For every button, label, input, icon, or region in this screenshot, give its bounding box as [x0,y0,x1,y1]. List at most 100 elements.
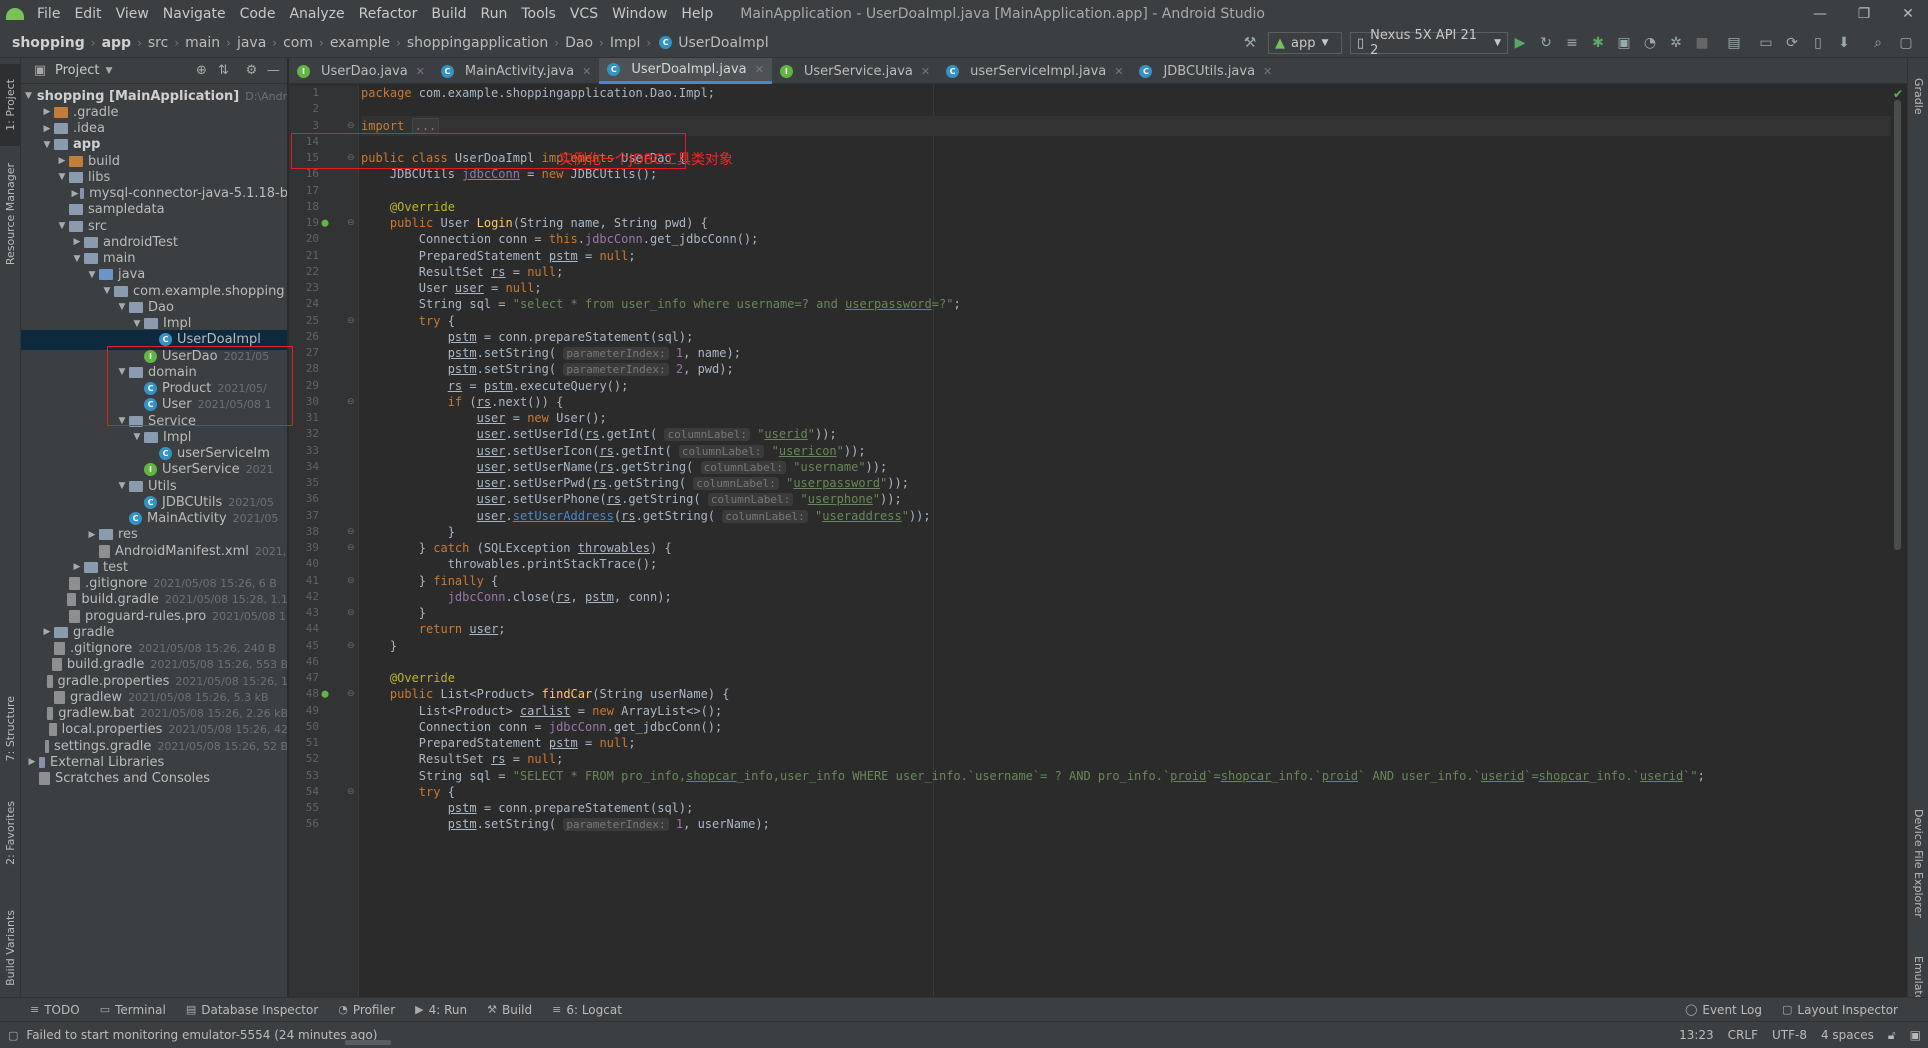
close-icon[interactable]: ✕ [1114,65,1123,78]
indent-setting[interactable]: 4 spaces [1814,1028,1881,1042]
tab-userserviceimpl-java[interactable]: CuserServiceImpl.java ✕ [938,58,1131,84]
chevron-right-icon[interactable]: ▶ [55,156,69,166]
tool-4-run[interactable]: ▶ 4: Run [405,1003,477,1017]
menu-window[interactable]: Window [605,6,674,22]
tab-userservice-java[interactable]: I UserService.java ✕ [772,58,938,84]
tab-jdbcutils-java[interactable]: C JDBCUtils.java ✕ [1131,58,1280,84]
chevron-down-icon[interactable]: ▼ [40,140,54,150]
menu-tools[interactable]: Tools [514,6,563,22]
collapse-all-icon[interactable]: ⇅ [212,63,234,78]
gear-icon[interactable]: ⚙ [240,63,262,78]
fold-marker-icon[interactable]: ⊖ [347,603,357,623]
close-icon[interactable]: ✕ [1263,65,1272,78]
breadcrumb-item[interactable]: main [183,35,222,51]
menu-run[interactable]: Run [474,6,515,22]
close-icon[interactable]: ✕ [582,65,591,78]
breadcrumb-item[interactable]: src [146,35,170,51]
chevron-down-icon[interactable]: ▼ [85,270,99,280]
editor-vertical-scrollbar[interactable] [1894,100,1901,550]
lock-icon[interactable]: 🔓︎ [1881,1028,1903,1043]
project-panel-title[interactable]: Project [55,63,99,78]
tool-database-inspector[interactable]: ▤ Database Inspector [176,1003,328,1017]
close-icon[interactable]: ✕ [755,63,764,76]
tab-device-file-explorer[interactable]: Device File Explorer [1908,778,1928,948]
stop-icon[interactable]: ■ [1690,31,1714,55]
profile-icon[interactable]: ◔ [1638,31,1662,55]
breadcrumb-item[interactable]: shopping [10,35,87,51]
chevron-right-icon[interactable]: ▶ [40,107,54,117]
menu-navigate[interactable]: Navigate [156,6,233,22]
menu-edit[interactable]: Edit [67,6,108,22]
tab-build-variants[interactable]: Build Variants [0,898,21,998]
chevron-down-icon[interactable]: ▼ [100,286,114,296]
chevron-down-icon[interactable]: ▼ [130,432,144,442]
build-hammer-icon[interactable]: ⚒ [1238,31,1262,55]
chevron-down-icon[interactable]: ▼ [115,481,129,491]
chevron-right-icon[interactable]: ▶ [70,562,84,572]
override-marker-icon[interactable]: ⬤ [319,213,331,233]
minimize-button[interactable]: — [1798,0,1842,28]
breadcrumb-item[interactable]: com [281,35,315,51]
rerun-icon[interactable]: ↻ [1534,31,1558,55]
tab-favorites[interactable]: 2: Favorites [0,788,21,878]
tab-project-tool[interactable]: 1: Project [0,64,21,146]
avd-manager-icon[interactable]: ▯ [1806,31,1830,55]
device-select[interactable]: ▯ Nexus 5X API 21 2 ▼ [1350,28,1508,58]
chevron-down-icon[interactable]: ▼ [115,302,129,312]
locate-icon[interactable]: ⊕ [190,63,212,78]
sdk-manager-icon[interactable]: ⬇ [1832,31,1856,55]
search-icon[interactable]: ⌕ [1866,31,1890,55]
chevron-down-icon[interactable]: ▼ [70,254,84,264]
menu-code[interactable]: Code [233,6,283,22]
chevron-right-icon[interactable]: ▶ [85,530,99,540]
layout-icon[interactable]: ▭ [1754,31,1778,55]
account-icon[interactable]: ▢ [1894,31,1918,55]
memory-icon[interactable]: ▣ [1903,1028,1928,1042]
tool-profiler[interactable]: ◔ Profiler [328,1003,405,1017]
breadcrumb-item[interactable]: Impl [608,35,643,51]
breadcrumb-item[interactable]: shoppingapplication [405,35,550,51]
fold-marker-icon[interactable]: ⊖ [347,213,357,233]
tool-6-logcat[interactable]: ≡ 6: Logcat [542,1003,632,1017]
code-line[interactable]: pstm.setString( parameterIndex: 1, userN… [361,814,770,834]
chevron-right-icon[interactable]: ▶ [40,124,54,134]
breadcrumb-item[interactable]: example [328,35,392,51]
fold-marker-icon[interactable]: ⊖ [347,636,357,656]
close-window-button[interactable]: ✕ [1886,0,1928,28]
tool-todo[interactable]: ≡ TODO [20,1003,90,1017]
chevron-right-icon[interactable]: ▶ [40,627,54,637]
caret-position[interactable]: 13:23 [1672,1028,1721,1042]
menu-analyze[interactable]: Analyze [282,6,351,22]
chevron-down-icon[interactable]: ▼ [130,319,144,329]
chevron-down-icon[interactable]: ▼ [55,172,69,182]
chevron-down-icon[interactable]: ▼ [25,91,32,101]
chevron-down-icon[interactable]: ▼ [105,66,112,76]
fold-marker-icon[interactable]: ⊖ [347,782,357,802]
breadcrumb-item[interactable]: Dao [563,35,595,51]
chevron-right-icon[interactable]: ▶ [25,757,39,767]
apply-changes-icon[interactable]: ≡ [1560,31,1584,55]
breadcrumb-item[interactable]: app [100,35,134,51]
chevron-right-icon[interactable]: ▶ [70,189,80,199]
maximize-button[interactable]: ❐ [1842,0,1886,28]
attach-debugger-icon[interactable]: ✲ [1664,31,1688,55]
breadcrumb-item[interactable]: UserDoaImpl [676,35,770,51]
menu-refactor[interactable]: Refactor [352,6,425,22]
tool-layout-inspector[interactable]: ▢ Layout Inspector [1772,1003,1908,1017]
file-encoding[interactable]: UTF-8 [1765,1028,1814,1042]
chevron-down-icon[interactable]: ▼ [55,221,69,231]
tab-gradle[interactable]: Gradle [1908,66,1928,126]
code-area[interactable]: package com.example.shoppingapplication.… [361,85,1891,997]
sync-gradle-icon[interactable]: ⟳ [1780,31,1804,55]
menu-help[interactable]: Help [674,6,720,22]
code-editor[interactable]: 1 2 3 14 15 16 17 18 19 20 21 22 23 24 25 26 27 28 29 30 31 3… [289,85,1907,997]
tab-userdao-java[interactable]: I UserDao.java ✕ [289,58,433,84]
menu-file[interactable]: File [30,6,67,22]
menu-build[interactable]: Build [424,6,473,22]
hide-panel-icon[interactable]: — [262,63,284,78]
code-line[interactable]: } [361,636,397,656]
tree-item[interactable]: Scratches and Consoles [21,769,287,789]
code-line[interactable]: String sql = "SELECT * FROM pro_info,sho… [361,766,1705,786]
tool-build[interactable]: ⚒ Build [477,1003,542,1017]
fold-marker-icon[interactable]: ⊖ [347,392,357,412]
